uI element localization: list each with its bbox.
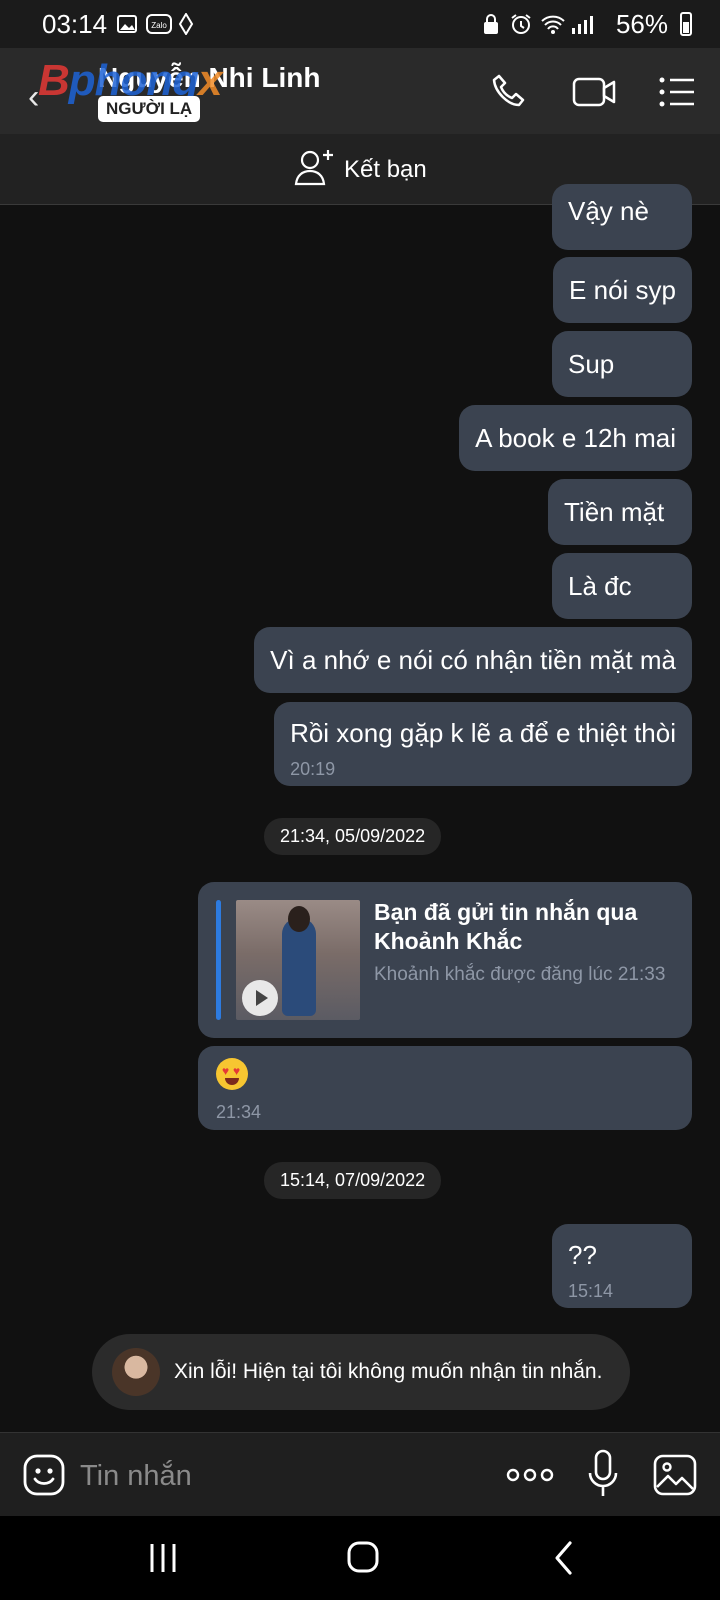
lock-icon [484, 14, 498, 34]
system-nav-bar [0, 1516, 720, 1600]
chat-header: ‹ Nguyễn Nhi Linh Bphongx NGƯỜI LẠ [0, 48, 720, 134]
contact-avatar [112, 1348, 160, 1396]
message-bubble[interactable]: Vậy nè [552, 184, 692, 250]
home-icon[interactable] [346, 1540, 380, 1574]
message-time: 20:19 [290, 759, 336, 779]
status-time: 03:14 [42, 9, 108, 39]
message-bubble[interactable]: E nói syp [553, 257, 692, 323]
video-call-icon[interactable] [572, 74, 618, 110]
emoji-message-bubble[interactable]: ♥ ♥ 21:34 [198, 1046, 692, 1130]
alarm-icon [511, 14, 531, 34]
play-icon[interactable] [242, 980, 278, 1016]
message-text: Rồi xong gặp k lẽ a để e thiệt thòi [290, 718, 676, 748]
cell-signal-icon [572, 16, 593, 34]
svg-text:Zalo: Zalo [151, 21, 167, 30]
more-options-icon[interactable] [506, 1465, 554, 1485]
message-bubble[interactable]: Sup [552, 331, 692, 397]
moment-subtitle: Khoảnh khắc được đăng lúc 21:33 [374, 964, 666, 985]
message-bubble[interactable]: Tiền mặt [548, 479, 692, 545]
date-chip: 15:14, 07/09/2022 [264, 1162, 442, 1199]
battery-percent: 56% [615, 9, 668, 39]
wifi-icon [541, 15, 565, 34]
block-notice-text: Xin lỗi! Hiện tại tôi không muốn nhận ti… [174, 1360, 603, 1383]
recent-apps-icon[interactable] [148, 1542, 178, 1574]
battery-icon [680, 12, 692, 36]
block-notice-banner: Xin lỗi! Hiện tại tôi không muốn nhận ti… [92, 1334, 630, 1410]
message-time: 21:34 [216, 1102, 262, 1122]
message-input-bar [0, 1432, 720, 1517]
message-bubble[interactable]: Vì a nhớ e nói có nhận tiền mặt mà [254, 627, 692, 693]
date-chip: 21:34, 05/09/2022 [264, 818, 442, 855]
back-nav-icon[interactable] [552, 1540, 576, 1576]
phone-call-icon[interactable] [490, 72, 528, 110]
message-text: ?? [568, 1240, 597, 1270]
message-time: 15:14 [568, 1281, 614, 1301]
message-bubble[interactable]: Là đc [552, 553, 692, 619]
stranger-badge: NGƯỜI LẠ [98, 96, 201, 122]
gallery-image-icon[interactable] [652, 1453, 698, 1497]
moment-title: Bạn đã gửi tin nhắn qua Khoảnh Khắc [374, 899, 638, 954]
add-user-icon [294, 150, 333, 186]
quote-bar [216, 900, 221, 1020]
moment-thumbnail[interactable] [236, 900, 360, 1020]
add-friend-label[interactable]: Kết bạn [344, 156, 427, 184]
message-bubble[interactable]: A book e 12h mai [459, 405, 692, 471]
message-input[interactable] [78, 1447, 462, 1505]
zalo-icon: Zalo [146, 14, 172, 34]
moment-card[interactable]: Bạn đã gửi tin nhắn qua Khoảnh Khắc Khoả… [198, 882, 692, 1038]
menu-list-icon[interactable] [658, 76, 696, 108]
heart-eyes-emoji-icon: ♥ ♥ [216, 1058, 248, 1090]
image-icon [117, 15, 137, 33]
microphone-icon[interactable] [586, 1449, 620, 1499]
sticker-emoji-icon[interactable] [22, 1453, 66, 1497]
message-bubble[interactable]: Rồi xong gặp k lẽ a để e thiệt thòi 20:1… [274, 702, 692, 786]
signal-app-icon [178, 13, 194, 35]
message-bubble[interactable]: ?? 15:14 [552, 1224, 692, 1308]
status-bar: 03:14 Zalo 56% [0, 0, 720, 48]
